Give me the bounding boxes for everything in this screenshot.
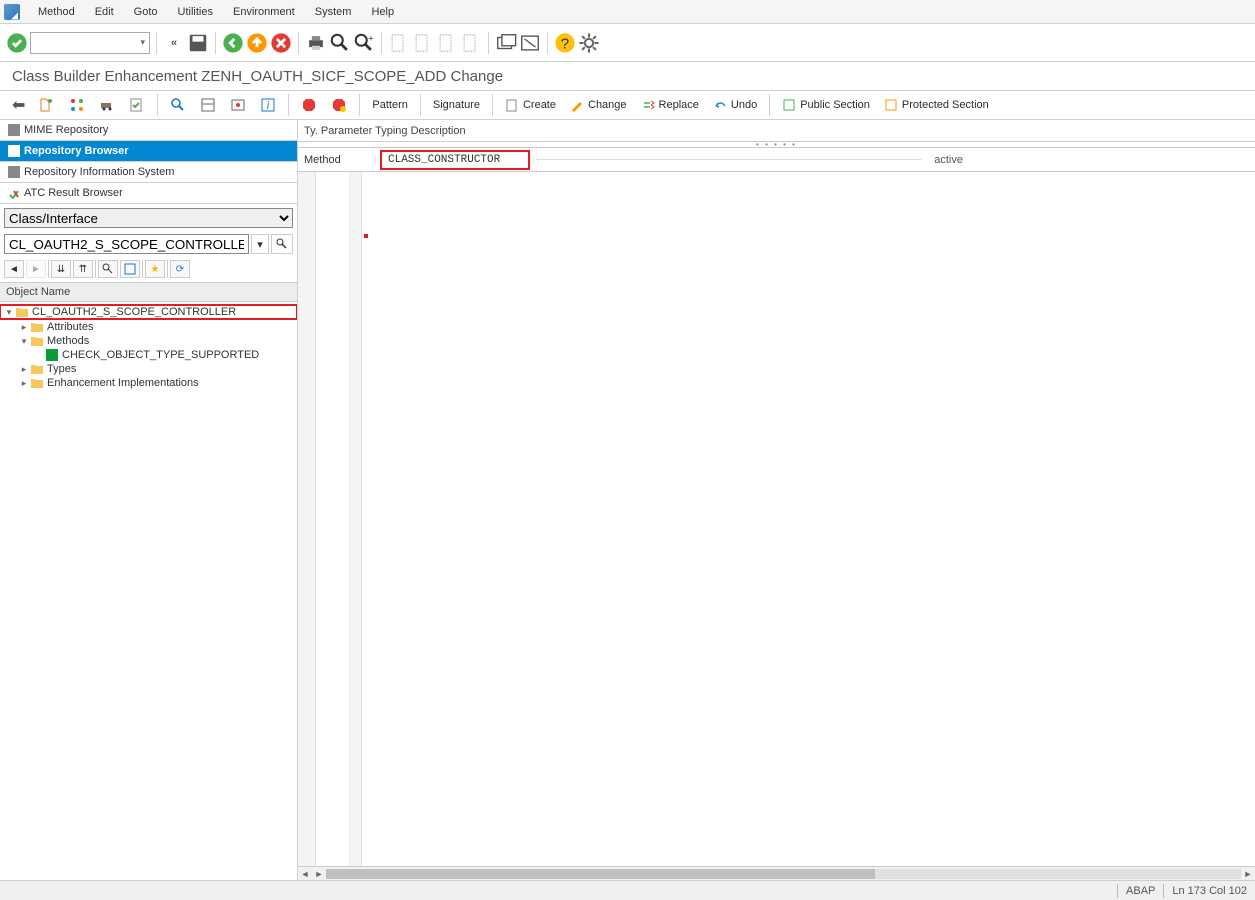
stop-icon[interactable] <box>295 95 323 115</box>
statusbar: ABAP Ln 173 Col 102 <box>0 880 1255 900</box>
where-used-icon[interactable] <box>63 95 91 115</box>
settings-icon[interactable] <box>578 32 600 54</box>
object-tree[interactable]: ▾ CL_OAUTH2_S_SCOPE_CONTROLLER ▸ Attribu… <box>0 302 297 880</box>
menu-help[interactable]: Help <box>361 2 404 22</box>
method-status: active <box>928 152 969 168</box>
code-editor[interactable] <box>298 172 1255 866</box>
create-button[interactable]: Create <box>499 96 562 114</box>
toolbar-app: ⬅ i Pattern Signature Create Change Repl… <box>0 90 1255 120</box>
ok-icon[interactable] <box>6 32 28 54</box>
tree-folder-methods[interactable]: ▾ Methods <box>0 334 297 348</box>
other-object-icon[interactable] <box>194 95 222 115</box>
expand-all-icon[interactable]: ⇊ <box>51 260 71 278</box>
tree-method-check_object_type_supported[interactable]: CHECK_OBJECT_TYPE_SUPPORTED <box>0 348 297 362</box>
check-icon[interactable] <box>123 95 151 115</box>
object-name-input[interactable] <box>4 234 249 254</box>
pattern-button[interactable]: Pattern <box>366 97 413 113</box>
menu-environment[interactable]: Environment <box>223 2 305 22</box>
public-section-button[interactable]: Public Section <box>776 96 876 114</box>
new-2-icon[interactable] <box>412 32 434 54</box>
breakpoint-icon[interactable] <box>224 95 252 115</box>
tree-root[interactable]: ▾ CL_OAUTH2_S_SCOPE_CONTROLLER <box>0 304 297 320</box>
replace-button[interactable]: Replace <box>635 96 705 114</box>
menubar: Method Edit Goto Utilities Environment S… <box>0 0 1255 24</box>
menu-edit[interactable]: Edit <box>85 2 124 22</box>
save-icon[interactable] <box>187 32 209 54</box>
tab-atc-result-browser[interactable]: ATC Result Browser <box>0 183 297 204</box>
tree-folder-enhancements[interactable]: ▸ Enhancement Implementations <box>0 376 297 390</box>
tree-toolbar: ◄ ► ⇊ ⇈ ★ ⟳ <box>0 256 297 282</box>
stop-user-icon[interactable] <box>325 95 353 115</box>
status-language: ABAP <box>1126 885 1155 897</box>
method-bar: Method CLASS_CONSTRUCTOR active <box>298 148 1255 172</box>
tab-repo-info-system[interactable]: Repository Information System <box>0 162 297 183</box>
nav-next-icon[interactable]: ► <box>26 260 46 278</box>
refresh-icon[interactable]: ⟳ <box>170 260 190 278</box>
parameter-header: Ty. Parameter Typing Description <box>298 120 1255 142</box>
new-1-icon[interactable] <box>388 32 410 54</box>
menu-method[interactable]: Method <box>28 2 85 22</box>
object-type-select[interactable]: Class/Interface <box>4 208 293 228</box>
menu-utilities[interactable]: Utilities <box>168 2 223 22</box>
sap-app-icon <box>4 4 20 20</box>
display-icon[interactable] <box>164 95 192 115</box>
page-title: Class Builder Enhancement ZENH_OAUTH_SIC… <box>0 62 1255 90</box>
navigator-pane: MIME Repository Repository Browser Repos… <box>0 120 298 880</box>
editor-hscroll[interactable]: ◄► ► <box>298 866 1255 880</box>
tab-mime-repository[interactable]: MIME Repository <box>0 120 297 141</box>
protected-section-button[interactable]: Protected Section <box>878 96 995 114</box>
nav-back-icon[interactable]: ⬅ <box>6 93 31 117</box>
cancel-icon[interactable] <box>270 32 292 54</box>
display-object-icon[interactable] <box>271 234 293 254</box>
find-next-icon[interactable]: + <box>353 32 375 54</box>
back-icon[interactable] <box>222 32 244 54</box>
tree-folder-attributes[interactable]: ▸ Attributes <box>0 320 297 334</box>
undo-button[interactable]: Undo <box>707 96 763 114</box>
print-icon[interactable] <box>305 32 327 54</box>
exit-icon[interactable] <box>246 32 268 54</box>
tree-find-icon[interactable] <box>98 260 118 278</box>
help-icon[interactable]: ? <box>554 32 576 54</box>
tree-display-icon[interactable] <box>120 260 140 278</box>
tree-folder-types[interactable]: ▸ Types <box>0 362 297 376</box>
new-4-icon[interactable] <box>460 32 482 54</box>
change-button[interactable]: Change <box>564 96 633 114</box>
activate-icon[interactable] <box>33 95 61 115</box>
status-cursor-pos: Ln 173 Col 102 <box>1172 885 1247 897</box>
svg-text:+: + <box>368 33 374 44</box>
svg-text:i: i <box>267 100 270 112</box>
find-icon[interactable] <box>329 32 351 54</box>
nav-prev-icon[interactable]: ◄ <box>4 260 24 278</box>
session-end-icon[interactable] <box>519 32 541 54</box>
menu-goto[interactable]: Goto <box>124 2 168 22</box>
toolbar-main: « + ? <box>0 24 1255 62</box>
info-icon[interactable]: i <box>254 95 282 115</box>
favorite-icon[interactable]: ★ <box>145 260 165 278</box>
tree-header: Object Name <box>0 282 297 302</box>
history-dropdown-icon[interactable]: ▾ <box>251 234 269 254</box>
tab-repository-browser[interactable]: Repository Browser <box>0 141 297 162</box>
svg-text:?: ? <box>561 35 569 52</box>
method-label: Method <box>304 154 374 166</box>
menu-system[interactable]: System <box>305 2 362 22</box>
method-name-field[interactable]: CLASS_CONSTRUCTOR <box>380 150 530 170</box>
command-field[interactable] <box>30 32 150 54</box>
session-new-icon[interactable] <box>495 32 517 54</box>
collapse-all-icon[interactable]: ⇈ <box>73 260 93 278</box>
signature-button[interactable]: Signature <box>427 97 486 113</box>
transport-icon[interactable] <box>93 95 121 115</box>
new-3-icon[interactable] <box>436 32 458 54</box>
back-all-icon[interactable]: « <box>163 32 185 54</box>
